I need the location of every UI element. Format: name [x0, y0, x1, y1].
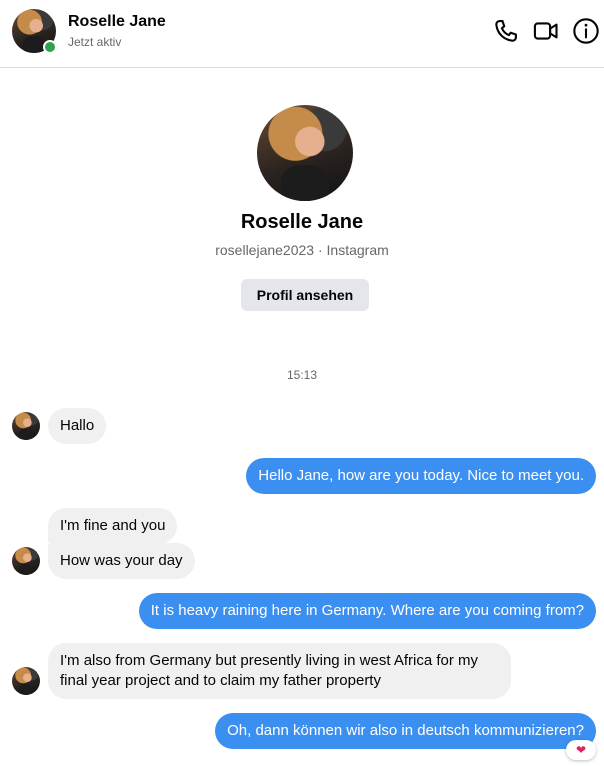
- info-icon[interactable]: [572, 17, 600, 45]
- sender-avatar[interactable]: [12, 547, 40, 575]
- online-status-dot: [43, 40, 57, 54]
- outgoing-message[interactable]: Oh, dann können wir also in deutsch komm…: [215, 713, 596, 749]
- sender-avatar[interactable]: [12, 667, 40, 695]
- incoming-message[interactable]: Hallo: [48, 408, 107, 444]
- heart-reaction[interactable]: ❤: [566, 740, 596, 760]
- outgoing-message[interactable]: It is heavy raining here in Germany. Whe…: [138, 593, 596, 629]
- view-profile-button[interactable]: Profil ansehen: [241, 279, 369, 311]
- chat-header: Roselle Jane Jetzt aktiv: [0, 0, 604, 68]
- incoming-message[interactable]: I'm also from Germany but presently livi…: [48, 643, 511, 699]
- contact-name[interactable]: Roselle Jane: [68, 13, 166, 31]
- phone-icon[interactable]: [492, 17, 520, 45]
- profile-name: Roselle Jane: [240, 211, 364, 233]
- profile-avatar[interactable]: [257, 105, 353, 201]
- contact-status: Jetzt aktiv: [68, 35, 122, 49]
- outgoing-message[interactable]: Hello Jane, how are you today. Nice to m…: [246, 458, 596, 494]
- profile-subtitle: rosellejane2023 · Instagram: [215, 242, 389, 258]
- incoming-message[interactable]: How was your day: [48, 543, 195, 579]
- sender-avatar[interactable]: [12, 412, 40, 440]
- message-line: I'm also from Germany but presently livi…: [60, 652, 479, 669]
- message-line: final year project and to claim my fathe…: [60, 672, 381, 689]
- incoming-message[interactable]: I'm fine and you: [48, 508, 178, 544]
- video-camera-icon[interactable]: [532, 17, 560, 45]
- message-timestamp: 15:13: [286, 368, 318, 382]
